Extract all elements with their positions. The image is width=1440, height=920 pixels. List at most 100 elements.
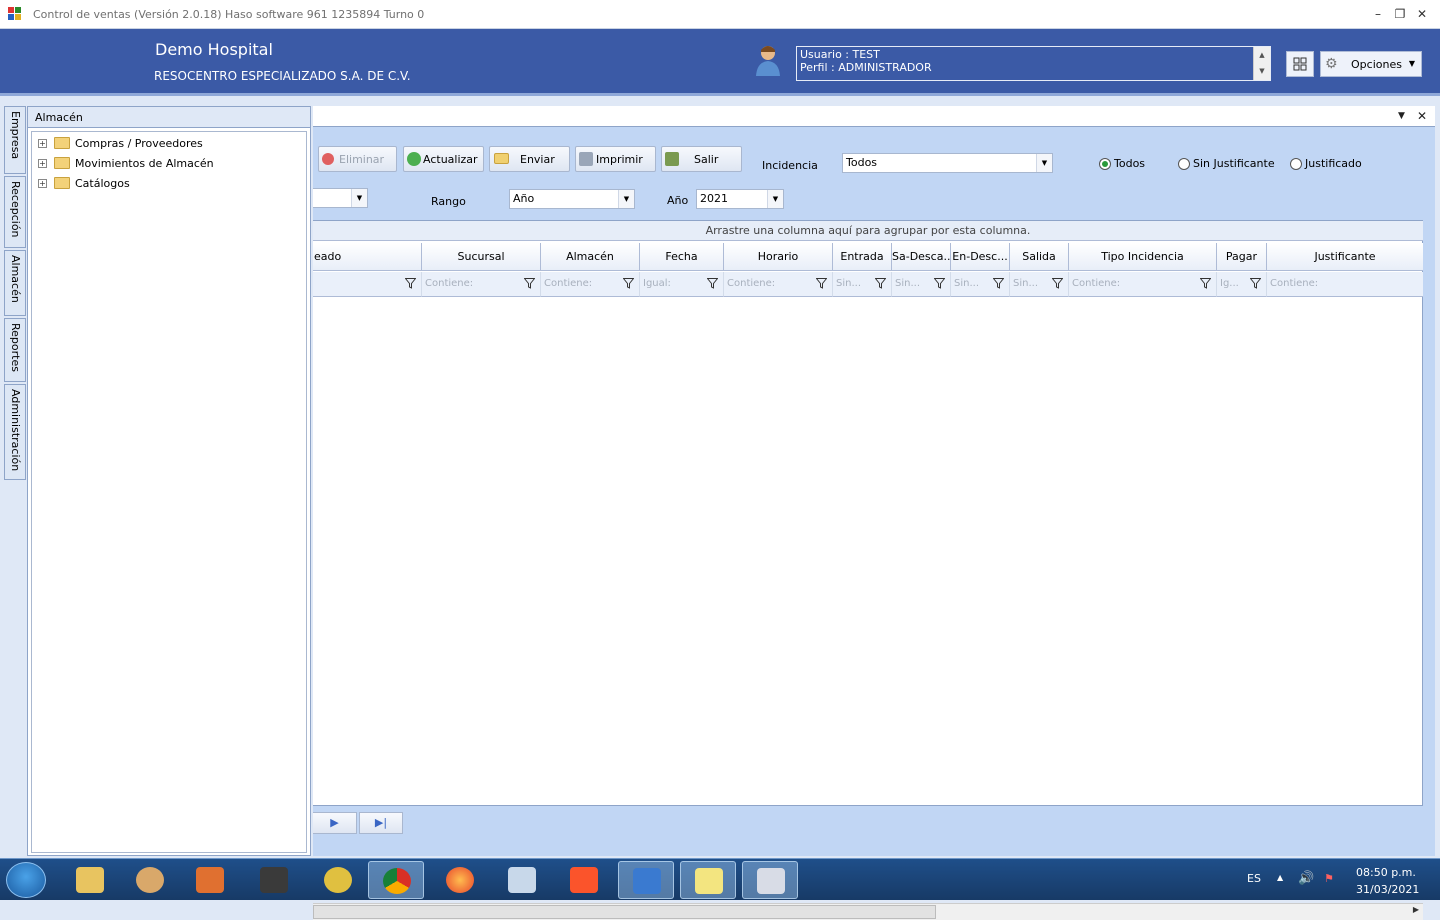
filter-cell[interactable] (313, 272, 422, 297)
doc-menu-chevron-icon[interactable]: ▼ (1398, 111, 1405, 121)
radio-circle[interactable] (1178, 158, 1190, 170)
restore-button[interactable]: ❐ (1389, 4, 1411, 24)
radio-circle[interactable] (1099, 158, 1111, 170)
send-button[interactable]: Enviar (489, 146, 570, 172)
taskbar-explorer[interactable] (62, 861, 118, 899)
close-doc-button[interactable]: ✕ (1417, 109, 1427, 123)
column-header[interactable]: Almacén (541, 243, 640, 271)
filter-icon[interactable] (707, 278, 718, 289)
filter-icon[interactable] (1250, 278, 1261, 289)
language-indicator[interactable]: ES (1247, 872, 1261, 885)
show-hidden-icons[interactable]: ▲ (1277, 873, 1283, 882)
last-page-button[interactable]: ▶| (359, 812, 403, 834)
taskbar-snip[interactable] (494, 861, 550, 899)
taskbar-paint[interactable] (122, 861, 178, 899)
clock-date[interactable]: 31/03/2021 (1356, 883, 1419, 896)
filter-icon[interactable] (934, 278, 945, 289)
taskbar-app2[interactable] (618, 861, 674, 899)
column-header[interactable]: Salida (1010, 243, 1069, 271)
user-box-scrollbar[interactable]: ▲ ▼ (1253, 47, 1270, 80)
chevron-down-icon[interactable]: ▼ (618, 190, 634, 208)
incidencia-select[interactable]: Todos ▼ (842, 153, 1053, 173)
tab-administracion[interactable]: Administración (4, 384, 26, 480)
anio-select[interactable]: 2021 ▼ (696, 189, 784, 209)
filter-cell[interactable]: Contiene: (1069, 272, 1217, 297)
group-by-area[interactable]: Arrastre una columna aquí para agrupar p… (313, 221, 1423, 241)
user-info-box: Usuario : TEST Perfil : ADMINISTRADOR ▲ … (796, 46, 1271, 81)
filter-cell[interactable]: Contiene: (422, 272, 541, 297)
column-header[interactable]: Fecha (640, 243, 724, 271)
minimize-button[interactable]: – (1367, 4, 1389, 24)
filter-cell[interactable]: Sin... (892, 272, 951, 297)
taskbar-media[interactable] (182, 861, 238, 899)
grid-menu-button[interactable] (1286, 51, 1314, 77)
filter-cell[interactable]: Contiene: (541, 272, 640, 297)
tab-almacen[interactable]: Almacén (4, 250, 26, 316)
next-page-button[interactable]: ▶ (313, 812, 357, 834)
taskbar-brave[interactable] (556, 861, 612, 899)
taskbar-sublime[interactable] (246, 861, 302, 899)
filter-icon[interactable] (1052, 278, 1063, 289)
column-header[interactable]: Justificante (1267, 243, 1423, 271)
incidencias-grid[interactable]: Arrastre una columna aquí para agrupar p… (313, 220, 1423, 920)
chevron-down-icon[interactable]: ▼ (767, 190, 783, 208)
column-header[interactable]: Pagar (1217, 243, 1267, 271)
filter-cell[interactable]: Sin... (1010, 272, 1069, 297)
column-header[interactable]: Sucursal (422, 243, 541, 271)
close-window-button[interactable]: ✕ (1411, 4, 1433, 24)
column-header[interactable]: Entrada (833, 243, 892, 271)
tab-reportes[interactable]: Reportes (4, 318, 26, 382)
print-button[interactable]: Imprimir (575, 146, 656, 172)
scroll-up-icon[interactable]: ▲ (1254, 47, 1270, 63)
filter-icon[interactable] (993, 278, 1004, 289)
chevron-down-icon[interactable]: ▼ (1036, 154, 1052, 172)
tab-empresa[interactable]: Empresa (4, 106, 26, 174)
title-bar: Control de ventas (Versión 2.0.18) Haso … (0, 0, 1440, 29)
start-button[interactable] (6, 862, 46, 898)
rango-select[interactable]: Año ▼ (509, 189, 635, 209)
taskbar-app[interactable] (310, 861, 366, 899)
filter-icon[interactable] (875, 278, 886, 289)
anio-label: Año (667, 194, 689, 207)
expand-icon[interactable]: + (38, 139, 47, 148)
exit-door-icon (665, 152, 679, 166)
taskbar-chrome[interactable] (368, 861, 424, 899)
filter-cell[interactable]: Sin... (833, 272, 892, 297)
exit-button[interactable]: Salir (661, 146, 742, 172)
filter-icon[interactable] (524, 278, 535, 289)
scroll-thumb[interactable] (313, 905, 936, 919)
column-header[interactable]: Tipo Incidencia (1069, 243, 1217, 271)
column-header[interactable]: Sa-Desca... (892, 243, 951, 271)
filter-cell[interactable]: Contiene: (1267, 272, 1423, 297)
filter-icon[interactable] (1200, 278, 1211, 289)
horizontal-scrollbar[interactable]: ▶ (313, 903, 1423, 920)
filter-cell[interactable]: Igual: (640, 272, 724, 297)
filter-icon[interactable] (816, 278, 827, 289)
tab-recepcion[interactable]: Recepción (4, 176, 26, 248)
scroll-down-icon[interactable]: ▼ (1254, 63, 1270, 79)
scroll-right-icon[interactable]: ▶ (1413, 905, 1419, 914)
filter-cell[interactable]: Sin... (951, 272, 1010, 297)
clock-time[interactable]: 08:50 p.m. (1356, 866, 1416, 879)
filter-cell[interactable]: Ig... (1217, 272, 1267, 297)
delete-button[interactable]: Eliminar (318, 146, 397, 172)
volume-icon[interactable]: 🔊 (1298, 871, 1314, 886)
filter-icon[interactable] (623, 278, 634, 289)
chevron-down-icon: ▼ (1408, 59, 1415, 68)
filter-cell[interactable]: Contiene: (724, 272, 833, 297)
chevron-down-icon[interactable]: ▼ (351, 189, 367, 207)
column-header[interactable]: eado (313, 243, 422, 271)
expand-icon[interactable]: + (38, 159, 47, 168)
refresh-button[interactable]: Actualizar (403, 146, 484, 172)
column-header[interactable]: En-Desc... (951, 243, 1010, 271)
network-warning-icon[interactable]: ⚑ (1324, 872, 1334, 885)
truncated-select[interactable]: ▼ (313, 188, 368, 208)
expand-icon[interactable]: + (38, 179, 47, 188)
column-header[interactable]: Horario (724, 243, 833, 271)
filter-icon[interactable] (405, 278, 416, 289)
taskbar-notes[interactable] (680, 861, 736, 899)
radio-circle[interactable] (1290, 158, 1302, 170)
taskbar-control-ventas[interactable] (742, 861, 798, 899)
options-button[interactable]: ⚙ Opciones ▼ (1320, 51, 1422, 77)
taskbar-firefox[interactable] (432, 861, 488, 899)
